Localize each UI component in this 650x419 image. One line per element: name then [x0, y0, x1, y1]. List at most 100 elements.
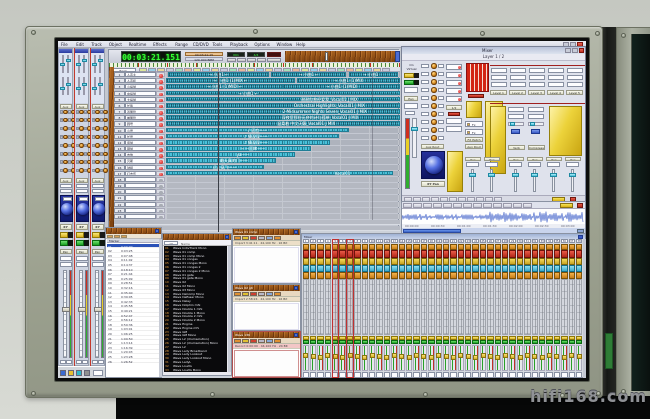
aux-knob[interactable]: [95, 110, 100, 115]
channel-fader-track[interactable]: [546, 279, 552, 335]
channel-button-cyan[interactable]: [487, 265, 493, 272]
mini-slider-handle[interactable]: [510, 122, 515, 126]
toolbar-button[interactable]: [503, 203, 512, 208]
channel-button-red[interactable]: [339, 250, 345, 258]
channel-button-yellow[interactable]: [576, 258, 582, 265]
channel-button-orange[interactable]: [576, 244, 582, 250]
channel-button-cyan[interactable]: [303, 265, 309, 272]
channel-mute-button[interactable]: [443, 340, 449, 344]
channel-button-cyan[interactable]: [384, 265, 390, 272]
audio-clip[interactable]: → 小曲1 (1)MIX ←: [166, 78, 295, 83]
channel-fader-track[interactable]: [450, 279, 456, 335]
level-box[interactable]: [491, 68, 507, 73]
channel-mute-button[interactable]: [362, 340, 368, 344]
channel-solo-button[interactable]: [369, 336, 375, 340]
channel-button-cyan[interactable]: [443, 265, 449, 272]
aux-knob[interactable]: [79, 168, 84, 173]
channel-button-orange2[interactable]: [509, 272, 515, 279]
level-box[interactable]: [491, 82, 507, 87]
channel-mini-fader[interactable]: [547, 353, 552, 358]
channel-button-orange[interactable]: [413, 244, 419, 250]
channel-button-orange[interactable]: [532, 244, 538, 250]
channel-mute-button[interactable]: [539, 340, 545, 344]
window-button[interactable]: [225, 235, 229, 239]
channel-mute-button[interactable]: [310, 340, 316, 344]
channel-button-yellow[interactable]: [509, 258, 515, 265]
channel-mute-button[interactable]: [450, 340, 456, 344]
audio-clip[interactable]: Vocal01: [166, 171, 393, 176]
toolbar-button[interactable]: [403, 203, 412, 208]
eq-slider-track[interactable]: [62, 77, 64, 95]
channel-button-orange2[interactable]: [480, 272, 486, 279]
pan-label[interactable]: Pan: [527, 157, 543, 161]
channel-mini-fader[interactable]: [503, 353, 508, 358]
level-box[interactable]: [567, 68, 583, 73]
channel-button-orange[interactable]: [406, 244, 412, 250]
record-arm-cell[interactable]: [156, 97, 165, 102]
channel-button-yellow[interactable]: [413, 258, 419, 265]
channel-mini-fader[interactable]: [466, 354, 471, 359]
channel-button-yellow[interactable]: [465, 258, 471, 265]
channel-solo-button[interactable]: [576, 336, 582, 340]
channel-solo-button[interactable]: [532, 336, 538, 340]
eq-slider-track[interactable]: [83, 55, 85, 73]
gain-slider[interactable]: [60, 232, 68, 238]
channel-solo-button[interactable]: [539, 336, 545, 340]
channel-button-red[interactable]: [428, 250, 434, 258]
channel-mini-fader[interactable]: [392, 353, 397, 358]
record-arm-cell[interactable]: [156, 121, 165, 126]
yellow-badge[interactable]: [560, 203, 573, 208]
file-row[interactable]: 33Wave LoudG Mono: [164, 369, 227, 373]
fx-box[interactable]: [528, 114, 544, 119]
toolbar-button[interactable]: [423, 203, 432, 208]
toolbar-button[interactable]: [202, 68, 210, 72]
editor-body[interactable]: [234, 303, 299, 330]
channel-button-orange2[interactable]: [539, 272, 545, 279]
channel-fader-track[interactable]: [569, 279, 575, 335]
channel-fader-track[interactable]: [362, 279, 368, 335]
channel-mini-fader[interactable]: [318, 355, 323, 360]
pan-label[interactable]: Pan: [565, 157, 581, 161]
channel-button-cyan[interactable]: [391, 265, 397, 272]
toolbar-button[interactable]: [473, 203, 482, 208]
channel-button-red[interactable]: [413, 250, 419, 258]
record-arm-cell[interactable]: [156, 140, 165, 145]
yellow-module[interactable]: [549, 106, 582, 156]
channel-button-orange[interactable]: [303, 244, 309, 250]
eq-slider-track[interactable]: [67, 55, 69, 73]
channel-fader-track[interactable]: [376, 279, 382, 335]
toolbar-button[interactable]: [346, 68, 354, 72]
menu-item[interactable]: Tools: [213, 42, 223, 47]
wood-slider-handle[interactable]: [325, 52, 328, 61]
channel-button-orange[interactable]: [384, 244, 390, 250]
menu-item[interactable]: Effects: [153, 42, 167, 47]
channel-button-orange2[interactable]: [554, 272, 560, 279]
channel-button-red[interactable]: [532, 250, 538, 258]
channel-solo-button[interactable]: [362, 336, 368, 340]
audio-clip[interactable]: → 一回眸——: [166, 146, 311, 151]
window-button[interactable]: [294, 333, 298, 337]
track-name[interactable]: 钢琴: [125, 146, 156, 151]
channel-mute-button[interactable]: [509, 340, 515, 344]
channel-solo-button[interactable]: [325, 336, 331, 340]
track-name[interactable]: [125, 189, 156, 194]
channel-solo-button[interactable]: [561, 336, 567, 340]
track-name[interactable]: 小提琴: [125, 84, 156, 89]
channel-fader-track[interactable]: [406, 279, 412, 335]
toolbar-button[interactable]: [139, 68, 147, 72]
window-button[interactable]: [578, 235, 583, 239]
toolbar-button[interactable]: [382, 68, 390, 72]
channel-button-orange2[interactable]: [561, 272, 567, 279]
eq-slider-handle[interactable]: [82, 59, 87, 62]
aux-knob[interactable]: [103, 152, 108, 157]
channel-button-orange2[interactable]: [487, 272, 493, 279]
channel-mute-button[interactable]: [391, 340, 397, 344]
channel-fader-track[interactable]: [532, 279, 538, 335]
toolbar-button[interactable]: [373, 68, 381, 72]
toolbar-button[interactable]: [292, 68, 300, 72]
channel-button-cyan[interactable]: [524, 265, 530, 272]
channel-button-red[interactable]: [310, 250, 316, 258]
channel-solo-button[interactable]: [421, 336, 427, 340]
channel-mute-button[interactable]: [384, 340, 390, 344]
red-pill-button[interactable]: [448, 112, 460, 116]
